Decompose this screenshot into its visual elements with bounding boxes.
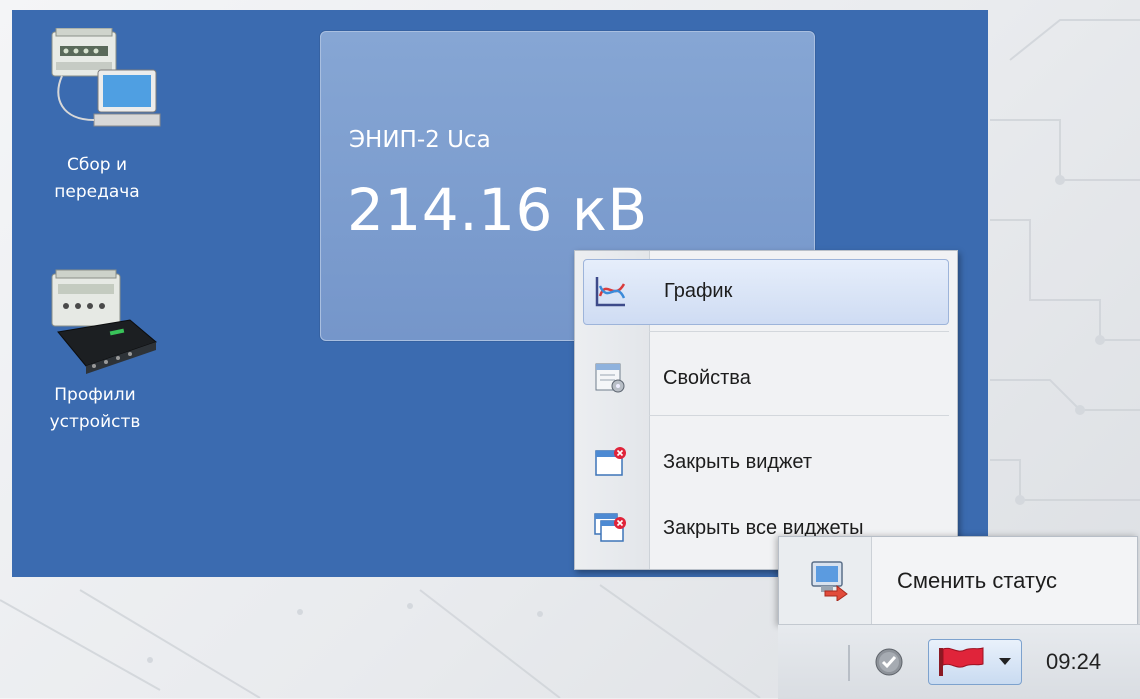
properties-icon [595, 363, 625, 393]
status-flag-button[interactable] [928, 639, 1022, 685]
menu-item-label: Свойства [663, 367, 751, 389]
desktop-icon-data-collection[interactable]: Сбор и передача [22, 28, 172, 206]
menu-separator [649, 415, 949, 416]
icon-label-line1: Сбор и [67, 155, 127, 175]
device-profiles-icon [51, 269, 157, 374]
widget-title: ЭНИП-2 Uca [349, 127, 491, 153]
change-status-label: Сменить статус [897, 568, 1057, 593]
widget-value: 214.16 кВ [347, 176, 648, 244]
tray-separator [848, 645, 850, 681]
menu-item-label: График [664, 280, 733, 302]
chart-icon [595, 277, 626, 307]
menu-item-chart[interactable]: График [583, 259, 949, 325]
taskbar-tray: 09:24 [778, 624, 1140, 699]
red-flag-icon [939, 647, 984, 676]
check-circle-icon[interactable] [874, 647, 904, 677]
icon-label-line2: передача [54, 182, 140, 202]
icon-label-line2: устройств [49, 412, 141, 432]
data-collection-icon [51, 28, 161, 127]
menu-item-properties[interactable]: Свойства [583, 347, 947, 411]
menu-separator [649, 331, 949, 332]
context-menu: График Свойства Закрыть виджет Закрыть в… [574, 250, 958, 570]
change-status-icon [811, 561, 848, 601]
status-popup: Сменить статус 09:24 [778, 536, 1140, 699]
icon-label-line1: Профили [54, 385, 136, 405]
close-widget-icon [595, 447, 626, 476]
tray-clock: 09:24 [1046, 649, 1102, 674]
menu-item-close-widget[interactable]: Закрыть виджет [583, 431, 947, 495]
desktop-icon-device-profiles[interactable]: Профили устройств [20, 268, 170, 436]
menu-item-label: Закрыть виджет [663, 451, 813, 473]
chevron-down-icon [999, 658, 1011, 665]
close-all-widgets-icon [594, 513, 626, 542]
menu-item-change-status[interactable]: Сменить статус [778, 536, 1138, 626]
